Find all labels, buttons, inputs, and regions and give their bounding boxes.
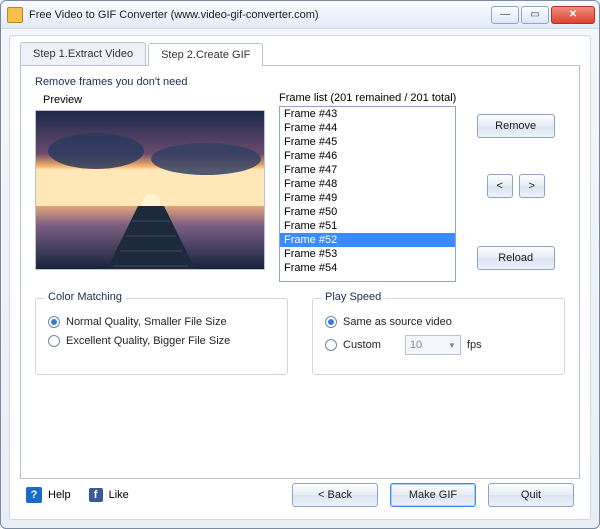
prev-frame-button[interactable]: < xyxy=(487,174,513,198)
list-item[interactable]: Frame #50 xyxy=(280,205,455,219)
list-item[interactable]: Frame #46 xyxy=(280,149,455,163)
preview-column: Preview xyxy=(35,92,265,282)
window-controls: — ▭ ✕ xyxy=(491,6,595,24)
like-link[interactable]: f Like xyxy=(89,488,129,502)
tab-panel-create-gif: Remove frames you don't need Preview xyxy=(20,66,580,479)
radio-label: Excellent Quality, Bigger File Size xyxy=(66,335,230,347)
minimize-button[interactable]: — xyxy=(491,6,519,24)
radio-label: Custom xyxy=(343,339,381,351)
next-frame-button[interactable]: > xyxy=(519,174,545,198)
chevron-down-icon: ▼ xyxy=(448,341,456,350)
list-item[interactable]: Frame #45 xyxy=(280,135,455,149)
help-icon: ? xyxy=(26,487,42,503)
tab-create-gif[interactable]: Step 2.Create GIF xyxy=(148,43,263,66)
client-area: Step 1.Extract Video Step 2.Create GIF R… xyxy=(9,35,591,520)
radio-label: Normal Quality, Smaller File Size xyxy=(66,316,227,328)
like-label: Like xyxy=(109,489,129,501)
remove-button[interactable]: Remove xyxy=(477,114,555,138)
fps-unit: fps xyxy=(467,339,482,351)
app-icon xyxy=(7,7,23,23)
facebook-icon: f xyxy=(89,488,103,502)
make-gif-button[interactable]: Make GIF xyxy=(390,483,476,507)
radio-icon xyxy=(48,335,60,347)
play-speed-title: Play Speed xyxy=(321,291,385,303)
tab-extract-video[interactable]: Step 1.Extract Video xyxy=(20,42,146,65)
title-bar: Free Video to GIF Converter (www.video-g… xyxy=(1,1,599,29)
color-matching-title: Color Matching xyxy=(44,291,126,303)
quit-button[interactable]: Quit xyxy=(488,483,574,507)
footer-bar: ? Help f Like < Back Make GIF Quit xyxy=(20,479,580,509)
tab-bar: Step 1.Extract Video Step 2.Create GIF xyxy=(20,42,580,66)
preview-label: Preview xyxy=(43,94,265,106)
radio-icon xyxy=(48,316,60,328)
footer-left: ? Help f Like xyxy=(26,487,280,503)
list-item[interactable]: Frame #51 xyxy=(280,219,455,233)
frame-buttons-column: Remove < > Reload xyxy=(466,92,565,282)
list-item[interactable]: Frame #53 xyxy=(280,247,455,261)
color-matching-group: Color Matching Normal Quality, Smaller F… xyxy=(35,298,288,375)
maximize-button[interactable]: ▭ xyxy=(521,6,549,24)
radio-icon xyxy=(325,339,337,351)
list-item[interactable]: Frame #52 xyxy=(280,233,455,247)
frame-list[interactable]: Frame #43Frame #44Frame #45Frame #46Fram… xyxy=(279,106,456,282)
radio-custom-speed[interactable]: Custom 10 ▼ fps xyxy=(325,335,552,355)
reload-button[interactable]: Reload xyxy=(477,246,555,270)
back-button[interactable]: < Back xyxy=(292,483,378,507)
fps-combo[interactable]: 10 ▼ xyxy=(405,335,461,355)
radio-same-speed[interactable]: Same as source video xyxy=(325,316,552,328)
radio-excellent-quality[interactable]: Excellent Quality, Bigger File Size xyxy=(48,335,275,347)
help-label: Help xyxy=(48,489,71,501)
frame-list-column: Frame list (201 remained / 201 total) Fr… xyxy=(279,92,565,282)
frames-row: Preview xyxy=(35,92,565,282)
fps-value: 10 xyxy=(410,339,422,351)
radio-icon xyxy=(325,316,337,328)
play-speed-group: Play Speed Same as source video Custom 1… xyxy=(312,298,565,375)
list-item[interactable]: Frame #44 xyxy=(280,121,455,135)
frame-preview-image xyxy=(35,110,265,270)
remove-frames-label: Remove frames you don't need xyxy=(35,76,565,88)
frame-list-label: Frame list (201 remained / 201 total) xyxy=(279,92,456,104)
radio-normal-quality[interactable]: Normal Quality, Smaller File Size xyxy=(48,316,275,328)
app-window: Free Video to GIF Converter (www.video-g… xyxy=(0,0,600,529)
radio-label: Same as source video xyxy=(343,316,452,328)
list-item[interactable]: Frame #47 xyxy=(280,163,455,177)
list-item[interactable]: Frame #48 xyxy=(280,177,455,191)
list-item[interactable]: Frame #43 xyxy=(280,107,455,121)
close-button[interactable]: ✕ xyxy=(551,6,595,24)
options-row: Color Matching Normal Quality, Smaller F… xyxy=(35,298,565,375)
window-title: Free Video to GIF Converter (www.video-g… xyxy=(29,9,491,21)
list-item[interactable]: Frame #54 xyxy=(280,261,455,275)
help-link[interactable]: ? Help xyxy=(26,487,71,503)
list-item[interactable]: Frame #49 xyxy=(280,191,455,205)
